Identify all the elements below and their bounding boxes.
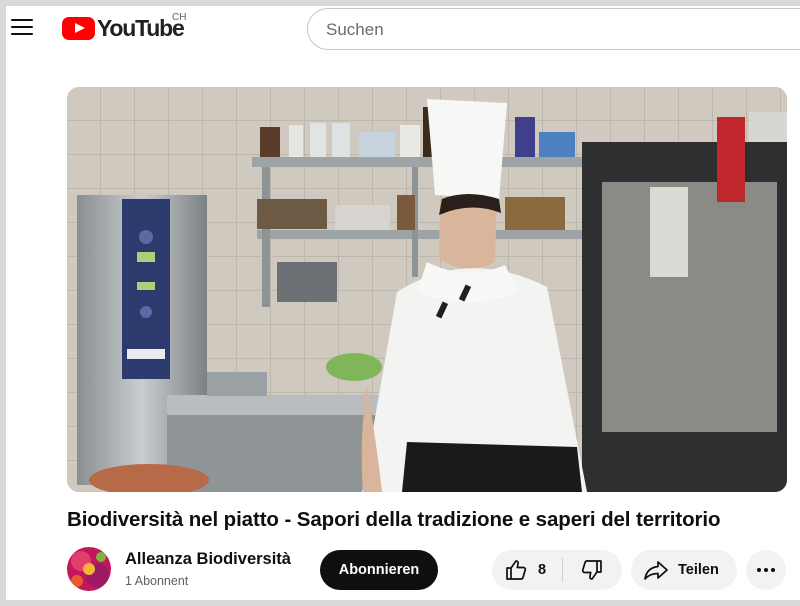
share-icon bbox=[644, 561, 668, 580]
more-actions-button[interactable] bbox=[746, 550, 786, 590]
video-title: Biodiversità nel piatto - Sapori della t… bbox=[67, 508, 721, 531]
more-icon-dot bbox=[771, 568, 775, 572]
dislike-icon bbox=[581, 560, 602, 580]
more-icon bbox=[757, 568, 761, 572]
menu-icon[interactable] bbox=[11, 18, 33, 36]
avatar-image bbox=[67, 547, 111, 591]
country-code: CH bbox=[172, 12, 187, 23]
dislike-button[interactable] bbox=[563, 550, 621, 590]
channel-name[interactable]: Alleanza Biodiversità bbox=[125, 550, 291, 569]
search-box bbox=[307, 8, 800, 51]
like-count: 8 bbox=[538, 562, 547, 578]
youtube-logo-icon bbox=[62, 16, 95, 40]
channel-avatar[interactable] bbox=[67, 547, 111, 591]
share-label: Teilen bbox=[678, 562, 719, 578]
like-button[interactable]: 8 bbox=[492, 550, 562, 590]
like-icon bbox=[506, 560, 527, 580]
more-icon-dot bbox=[764, 568, 768, 572]
like-dislike-bar: 8 bbox=[492, 550, 622, 590]
video-frame bbox=[67, 87, 787, 492]
search-input[interactable] bbox=[308, 9, 800, 51]
video-player[interactable] bbox=[67, 87, 787, 492]
youtube-logo[interactable]: YouTube bbox=[62, 14, 185, 41]
share-button[interactable]: Teilen bbox=[631, 550, 737, 590]
subscriber-count: 1 Abonnent bbox=[125, 574, 189, 588]
subscribe-button[interactable]: Abonnieren bbox=[320, 550, 438, 590]
logo-text: YouTube bbox=[97, 14, 185, 41]
